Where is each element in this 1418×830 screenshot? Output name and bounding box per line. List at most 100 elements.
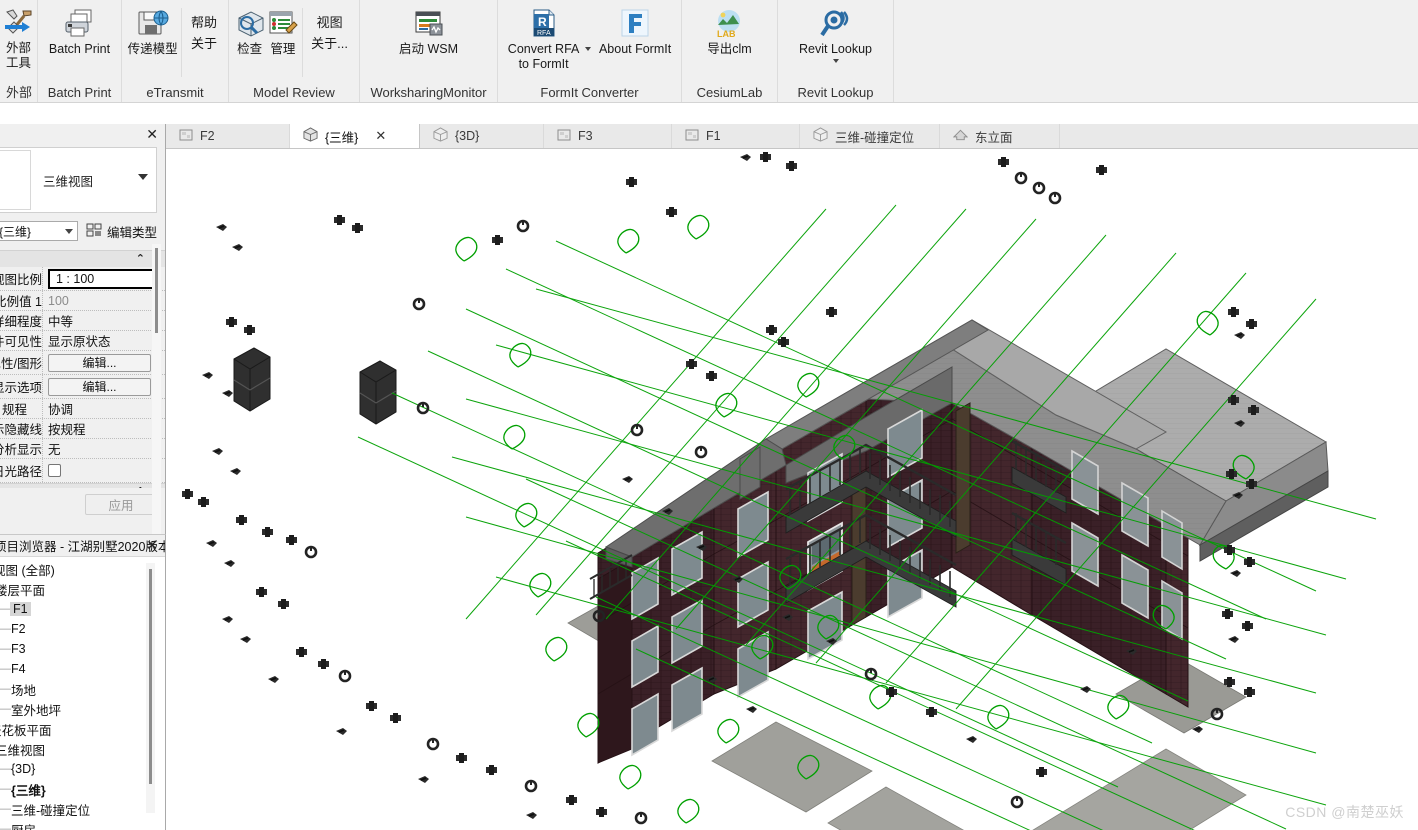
ribbon-panel-model-review: 检查 管理 视图 关于... Model Review	[229, 0, 360, 102]
tree-node-f2[interactable]: — F2	[0, 619, 165, 639]
properties-group-graphics[interactable]: ⌃	[0, 250, 165, 267]
property-row[interactable]: 默认分析显示... 无	[0, 439, 165, 459]
property-row[interactable]: 比例值 1: 100	[0, 291, 165, 311]
tree-node-kitchen[interactable]: — 厨房	[0, 819, 165, 830]
model-review-about-item[interactable]: 关于...	[311, 33, 348, 54]
elevation-icon	[952, 128, 969, 145]
tree-node-three-d-views[interactable]: 三维视图	[0, 739, 165, 759]
three-d-view-canvas[interactable]: CSDN @南楚巫妖	[166, 149, 1418, 830]
view-tab-three-d[interactable]: {三维} ✕	[290, 124, 420, 148]
graphic-display-options-edit-button[interactable]: 编辑...	[48, 377, 151, 396]
view-scale-input[interactable]: 1 : 100	[48, 268, 155, 289]
properties-instance-combo[interactable]: {三维}	[0, 221, 78, 241]
properties-scrollbar[interactable]	[152, 244, 161, 534]
property-key: 视图比例	[0, 273, 42, 287]
property-value[interactable]	[42, 459, 165, 482]
convert-rfa-icon: R RFA	[527, 7, 561, 41]
svg-text:LAB: LAB	[717, 29, 736, 39]
property-row[interactable]: 日光路径	[0, 459, 165, 483]
batch-print-button[interactable]: Batch Print	[43, 4, 116, 57]
view-tab-collision[interactable]: 三维-碰撞定位	[800, 124, 940, 148]
view-tab-bar: F2 {三维} ✕ {3D} F3 F1 三维-碰撞定位 东立面	[166, 124, 1418, 149]
tree-node-floor-plans[interactable]: 楼层平面	[0, 579, 165, 599]
about-formit-label: About FormIt	[598, 42, 672, 56]
property-value[interactable]: 中等	[42, 311, 165, 330]
chevron-down-icon[interactable]	[138, 174, 148, 180]
tree-node-label: F1	[10, 602, 31, 616]
property-value[interactable]: 无	[42, 439, 165, 458]
close-icon[interactable]: ✕	[146, 126, 158, 143]
property-row[interactable]: 图形显示选项 编辑...	[0, 375, 165, 399]
project-browser-scrollbar[interactable]	[146, 563, 155, 813]
tree-node-all-views[interactable]: 视图 (全部)	[0, 559, 165, 579]
tree-connector: —	[0, 783, 11, 795]
tree-node-3d[interactable]: — {3D}	[0, 759, 165, 779]
view-tab-f2[interactable]: F2	[166, 124, 290, 148]
tree-node-f1[interactable]: — F1	[0, 599, 165, 619]
edit-type-button[interactable]: 编辑类型	[86, 222, 157, 241]
tree-node-collision[interactable]: — 三维-碰撞定位	[0, 799, 165, 819]
tree-node-sanwei[interactable]: — {三维}	[0, 779, 165, 799]
sun-path-checkbox[interactable]	[48, 464, 61, 477]
property-value[interactable]: 显示原状态	[42, 331, 165, 350]
property-row[interactable]: 零件可见性 显示原状态	[0, 331, 165, 351]
tree-connector: —	[0, 763, 11, 775]
about-formit-button[interactable]: About FormIt	[593, 4, 677, 57]
tree-connector: —	[0, 603, 11, 615]
property-key: 比例值 1:	[0, 295, 42, 309]
view-tab-east-elevation[interactable]: 东立面	[940, 124, 1060, 148]
close-icon[interactable]: ✕	[146, 537, 158, 554]
tree-node-label: F2	[11, 622, 26, 636]
tree-node-f3[interactable]: — F3	[0, 639, 165, 659]
properties-footer: 应用	[0, 488, 165, 534]
project-browser-scrollbar-thumb[interactable]	[149, 569, 152, 784]
tree-connector: —	[0, 823, 11, 830]
property-row[interactable]: 详细程度 中等	[0, 311, 165, 331]
start-wsm-button[interactable]: 启动 WSM	[393, 4, 464, 57]
model-check-button[interactable]: 检查	[233, 4, 266, 57]
transmit-model-button[interactable]: 传递模型	[126, 4, 179, 57]
model-manage-label: 管理	[270, 42, 296, 56]
export-clm-button[interactable]: LAB 导出clm	[701, 4, 757, 57]
view-tab-label: 东立面	[975, 130, 1013, 145]
ribbon-panel-title-worksharing-monitor: WorksharingMonitor	[370, 85, 487, 100]
model-manage-button[interactable]: 管理	[266, 4, 299, 57]
convert-rfa-dropdown-arrow[interactable]	[585, 47, 592, 51]
tree-node-f4[interactable]: — F4	[0, 659, 165, 679]
revit-lookup-dropdown-arrow[interactable]	[832, 59, 839, 63]
view-tab-f1[interactable]: F1	[672, 124, 800, 148]
external-tools-button[interactable]: 外部 工具	[3, 4, 35, 70]
ribbon-panel-title-model-review: Model Review	[253, 85, 335, 100]
property-value[interactable]: 协调	[42, 399, 165, 418]
property-row[interactable]: 显示隐藏线 按规程	[0, 419, 165, 439]
close-icon[interactable]: ✕	[375, 128, 386, 144]
property-value[interactable]: 编辑...	[42, 375, 165, 398]
convert-rfa-to-formit-button[interactable]: R RFA Convert RFA to FormIt	[502, 4, 585, 71]
property-row[interactable]: 可见性/图形... 编辑...	[0, 351, 165, 375]
tree-node-ceiling-plans[interactable]: 天花板平面	[0, 719, 165, 739]
collapse-icon[interactable]: ⌃	[136, 252, 145, 265]
etransmit-about-item[interactable]: 关于	[191, 33, 217, 54]
view-tab-3d[interactable]: {3D}	[420, 124, 544, 148]
apply-button[interactable]: 应用	[85, 494, 157, 515]
properties-scrollbar-thumb[interactable]	[155, 248, 158, 333]
view-tab-label: {三维}	[325, 130, 359, 145]
properties-panel: ✕ 三维视图 {三维} 编辑类型 ⌃ 视图比例	[0, 124, 166, 534]
property-value[interactable]: 按规程	[42, 419, 165, 438]
etransmit-help-item[interactable]: 帮助	[191, 12, 217, 33]
revit-lookup-button[interactable]: Revit Lookup	[793, 4, 878, 63]
property-value[interactable]: 编辑...	[42, 351, 165, 374]
properties-instance-row: {三维} 编辑类型	[0, 220, 165, 242]
property-value[interactable]: 1 : 100	[42, 267, 165, 290]
properties-type-selector[interactable]: 三维视图	[0, 147, 157, 213]
view-tab-f3[interactable]: F3	[544, 124, 672, 148]
model-review-view-item[interactable]: 视图	[317, 12, 343, 33]
building-model-drawing	[182, 152, 1377, 830]
properties-type-name: 三维视图	[43, 174, 94, 189]
property-row[interactable]: 规程 协调	[0, 399, 165, 419]
tree-node-site[interactable]: — 场地	[0, 679, 165, 699]
ribbon-panel-revit-lookup: Revit Lookup Revit Lookup	[778, 0, 894, 102]
property-row[interactable]: 视图比例 1 : 100	[0, 267, 165, 291]
tree-node-outdoor-ground[interactable]: — 室外地坪	[0, 699, 165, 719]
visibility-graphics-edit-button[interactable]: 编辑...	[48, 353, 151, 372]
